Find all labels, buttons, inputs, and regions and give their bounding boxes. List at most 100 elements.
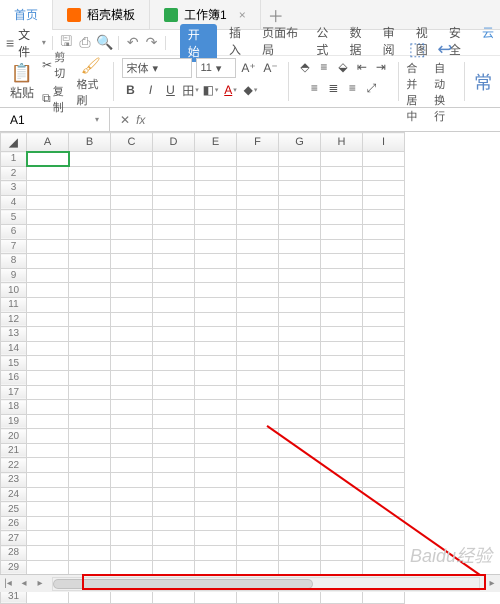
cell[interactable] xyxy=(279,283,321,298)
cell[interactable] xyxy=(111,370,153,385)
cell[interactable] xyxy=(363,414,405,429)
cell[interactable] xyxy=(153,458,195,473)
cell[interactable] xyxy=(111,516,153,531)
cell[interactable] xyxy=(153,429,195,444)
decrease-font-button[interactable]: A⁻ xyxy=(262,59,280,77)
cell[interactable] xyxy=(153,268,195,283)
cell[interactable] xyxy=(279,414,321,429)
cell[interactable] xyxy=(237,312,279,327)
cell[interactable] xyxy=(321,312,363,327)
cell[interactable] xyxy=(153,385,195,400)
cell[interactable] xyxy=(321,473,363,488)
row-header[interactable]: 11 xyxy=(1,297,27,312)
cell[interactable] xyxy=(363,312,405,327)
cell[interactable] xyxy=(111,502,153,517)
indent-inc-button[interactable]: ⇥ xyxy=(372,58,390,76)
cell[interactable] xyxy=(279,370,321,385)
align-bottom-button[interactable]: ⬙ xyxy=(334,58,352,76)
cell[interactable] xyxy=(195,414,237,429)
cell[interactable] xyxy=(111,341,153,356)
cell[interactable] xyxy=(27,560,69,575)
cell[interactable] xyxy=(237,370,279,385)
cell[interactable] xyxy=(195,356,237,371)
cell[interactable] xyxy=(27,152,69,167)
cell[interactable] xyxy=(237,268,279,283)
cell[interactable] xyxy=(195,429,237,444)
cell[interactable] xyxy=(27,283,69,298)
cell[interactable] xyxy=(111,327,153,342)
cell[interactable] xyxy=(195,224,237,239)
cell[interactable] xyxy=(363,297,405,312)
cell[interactable] xyxy=(363,224,405,239)
cell[interactable] xyxy=(237,429,279,444)
cell[interactable] xyxy=(153,414,195,429)
cell[interactable] xyxy=(363,268,405,283)
cell[interactable] xyxy=(237,195,279,210)
cell[interactable] xyxy=(321,414,363,429)
cell[interactable] xyxy=(237,224,279,239)
cell[interactable] xyxy=(279,429,321,444)
cell[interactable] xyxy=(27,224,69,239)
align-top-button[interactable]: ⬘ xyxy=(296,58,314,76)
cell[interactable] xyxy=(363,210,405,225)
cell[interactable] xyxy=(237,254,279,269)
cell[interactable] xyxy=(321,458,363,473)
font-name-select[interactable]: 宋体▾ xyxy=(122,58,192,78)
cell[interactable] xyxy=(111,283,153,298)
cell[interactable] xyxy=(111,254,153,269)
cell[interactable] xyxy=(237,443,279,458)
cell[interactable] xyxy=(321,531,363,546)
cell[interactable] xyxy=(279,312,321,327)
cell[interactable] xyxy=(279,531,321,546)
cell[interactable] xyxy=(27,502,69,517)
cell[interactable] xyxy=(27,385,69,400)
cell[interactable] xyxy=(111,487,153,502)
cell[interactable] xyxy=(195,254,237,269)
row-header[interactable]: 13 xyxy=(1,327,27,342)
row-header[interactable]: 17 xyxy=(1,385,27,400)
align-middle-button[interactable]: ≡ xyxy=(315,58,333,76)
cell[interactable] xyxy=(237,341,279,356)
cell[interactable] xyxy=(27,312,69,327)
ribbon-tab-start[interactable]: 开始 xyxy=(180,24,217,62)
cell[interactable] xyxy=(111,224,153,239)
cell[interactable] xyxy=(69,546,111,561)
cell[interactable] xyxy=(69,195,111,210)
cell[interactable] xyxy=(69,370,111,385)
row-header[interactable]: 12 xyxy=(1,312,27,327)
row-header[interactable]: 4 xyxy=(1,195,27,210)
cell[interactable] xyxy=(195,560,237,575)
cell[interactable] xyxy=(69,473,111,488)
cell[interactable] xyxy=(69,297,111,312)
cell[interactable] xyxy=(279,356,321,371)
column-header[interactable]: G xyxy=(279,133,321,152)
cell[interactable] xyxy=(153,356,195,371)
row-header[interactable]: 8 xyxy=(1,254,27,269)
cell[interactable] xyxy=(321,166,363,181)
cancel-formula-icon[interactable]: ✕ xyxy=(120,113,130,127)
cell[interactable] xyxy=(237,400,279,415)
cell[interactable] xyxy=(237,546,279,561)
cell[interactable] xyxy=(69,341,111,356)
cell[interactable] xyxy=(195,443,237,458)
row-header[interactable]: 26 xyxy=(1,516,27,531)
cell[interactable] xyxy=(321,283,363,298)
cell[interactable] xyxy=(321,341,363,356)
cell[interactable] xyxy=(195,546,237,561)
cell[interactable] xyxy=(195,239,237,254)
cell[interactable] xyxy=(195,516,237,531)
cell[interactable] xyxy=(27,181,69,196)
row-header[interactable]: 23 xyxy=(1,473,27,488)
cell[interactable] xyxy=(69,458,111,473)
cell[interactable] xyxy=(363,370,405,385)
row-header[interactable]: 3 xyxy=(1,181,27,196)
cell[interactable] xyxy=(363,195,405,210)
cell[interactable] xyxy=(363,181,405,196)
cell[interactable] xyxy=(237,458,279,473)
cell[interactable] xyxy=(153,327,195,342)
cell[interactable] xyxy=(363,531,405,546)
cell[interactable] xyxy=(27,370,69,385)
cell[interactable] xyxy=(195,400,237,415)
preview-icon[interactable]: 🔍 xyxy=(96,34,112,51)
cell[interactable] xyxy=(69,152,111,167)
